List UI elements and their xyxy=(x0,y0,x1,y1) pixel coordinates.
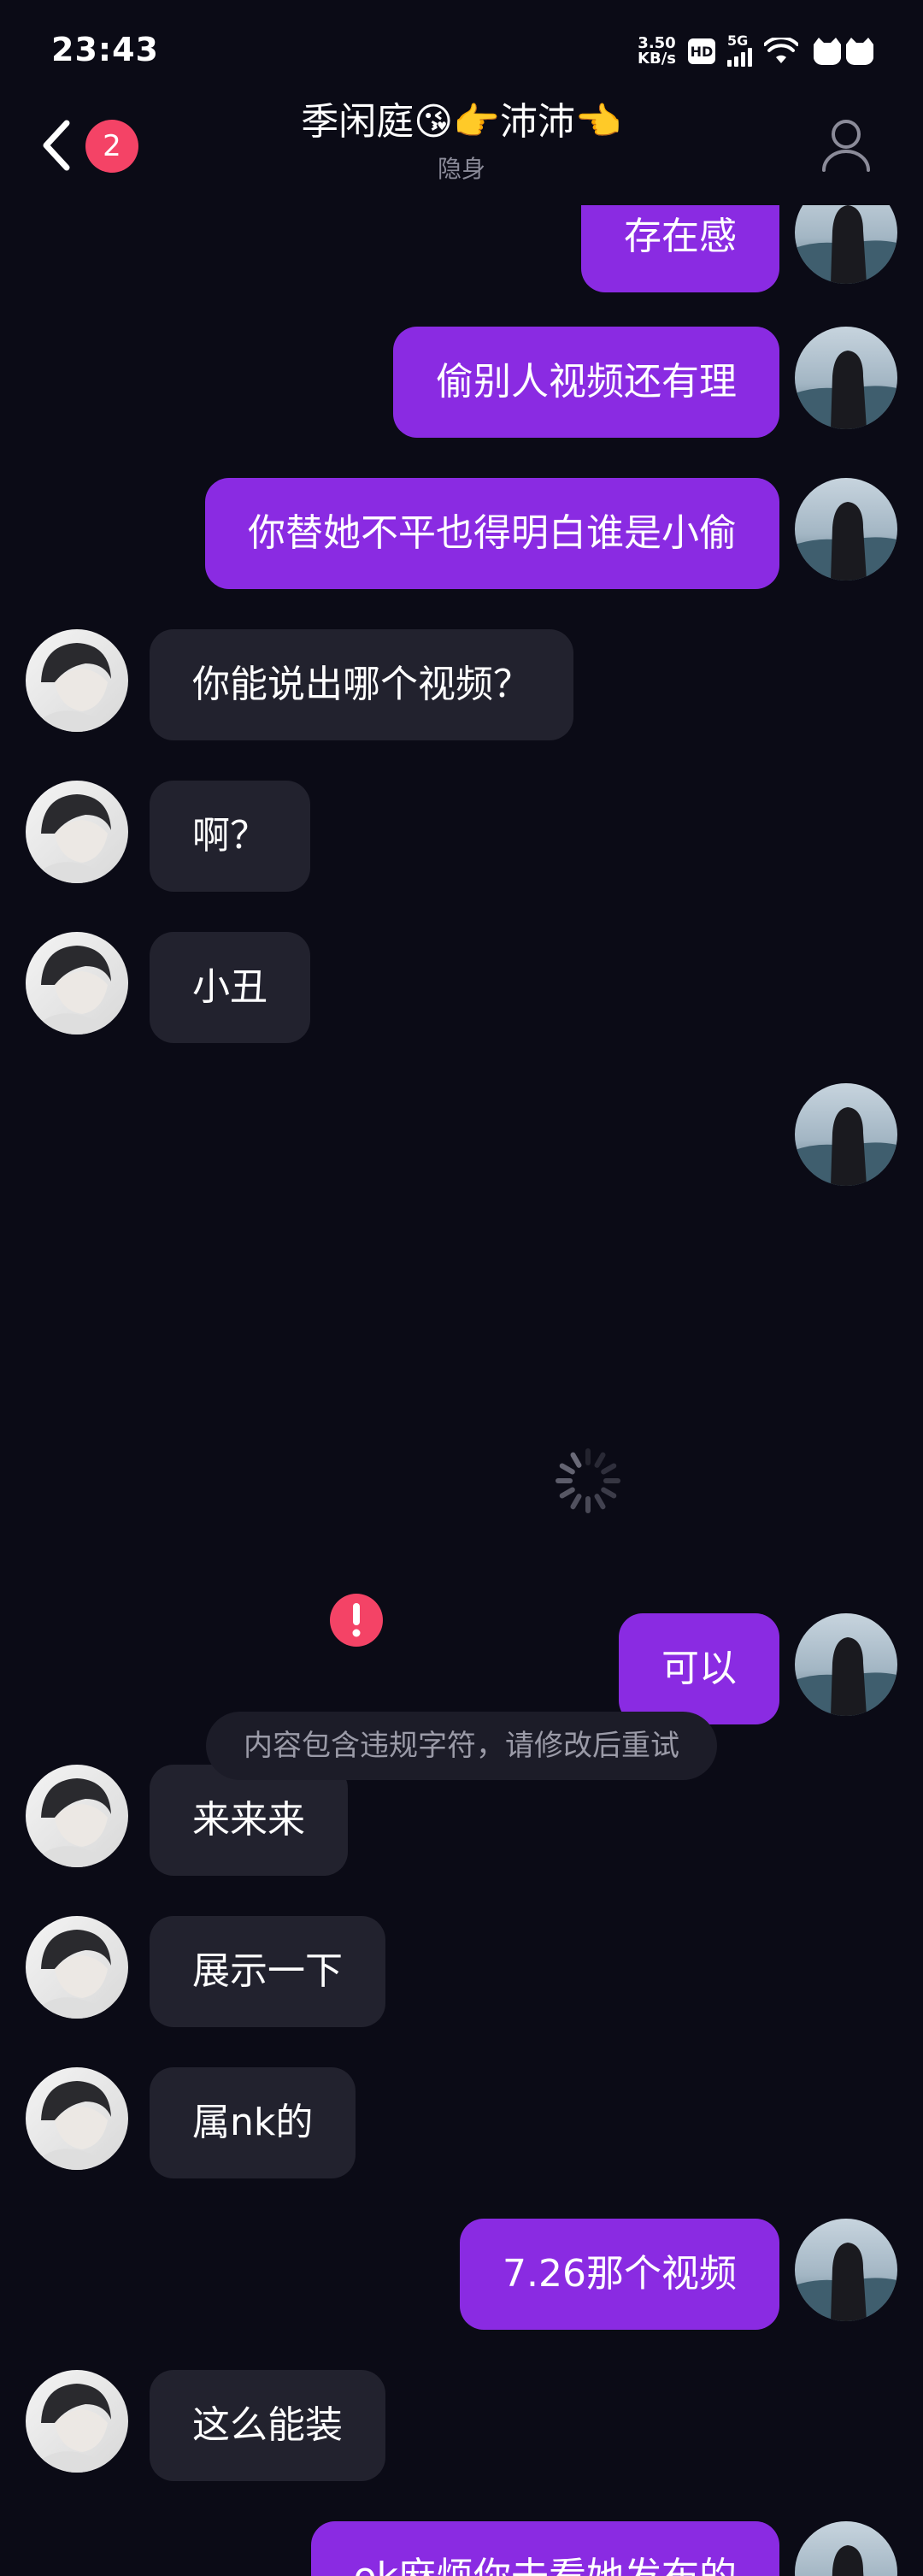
status-bar: 23:43 3.50 KB/s HD 5G xyxy=(0,0,923,94)
message-bubble[interactable]: 属nk的 xyxy=(150,2067,356,2178)
message-row-received: 啊？ xyxy=(0,781,923,892)
chat-screen: 23:43 3.50 KB/s HD 5G 2 季闲庭😘👉沛沛👈 隐身 存在感 … xyxy=(0,0,923,2576)
signal-icon: 5G xyxy=(727,32,752,67)
contact-avatar[interactable] xyxy=(26,781,128,883)
message-bubble[interactable]: 存在感 xyxy=(581,205,779,292)
spinner-spoke xyxy=(570,1452,582,1468)
message-row-sent: 你替她不平也得明白谁是小偷 xyxy=(0,478,923,589)
network-type: 5G xyxy=(727,32,749,49)
spinner-spoke xyxy=(603,1478,620,1483)
self-avatar[interactable] xyxy=(795,327,897,429)
spinner-spoke xyxy=(585,1448,591,1465)
message-row-received: 你能说出哪个视频？ xyxy=(0,629,923,740)
message-row-received: 这么能装 xyxy=(0,2370,923,2481)
message-bubble[interactable]: 小丑 xyxy=(150,932,310,1043)
self-avatar[interactable] xyxy=(795,2219,897,2321)
contact-avatar[interactable] xyxy=(26,1765,128,1867)
self-avatar[interactable] xyxy=(795,1083,897,1186)
message-row-received: 属nk的 xyxy=(0,2067,923,2178)
spinner-spoke xyxy=(594,1494,606,1510)
profile-button[interactable] xyxy=(812,111,880,180)
spinner-spoke xyxy=(594,1452,606,1468)
spinner-spoke xyxy=(559,1487,575,1499)
message-bubble[interactable]: 你能说出哪个视频？ xyxy=(150,629,573,740)
message-bubble[interactable]: 这么能装 xyxy=(150,2370,385,2481)
message-bubble[interactable]: 可以 xyxy=(619,1613,779,1724)
spinner-spoke xyxy=(556,1478,573,1483)
message-row-sent: 偷别人视频还有理 xyxy=(0,327,923,438)
message-row-received: 小丑 xyxy=(0,932,923,1043)
wifi-icon xyxy=(764,38,798,63)
contact-status: 隐身 xyxy=(437,155,485,183)
contact-avatar[interactable] xyxy=(26,2067,128,2170)
contact-avatar[interactable] xyxy=(26,2370,128,2473)
spinner-spoke xyxy=(601,1463,617,1475)
network-speed: 3.50 KB/s xyxy=(638,36,676,67)
self-avatar[interactable] xyxy=(795,478,897,581)
system-notice: 内容包含违规字符，请修改后重试 xyxy=(206,1712,717,1780)
status-time: 23:43 xyxy=(51,31,159,68)
message-bubble[interactable]: 啊？ xyxy=(150,781,310,892)
profile-icon xyxy=(822,120,870,172)
status-icons: 3.50 KB/s HD 5G xyxy=(638,32,879,70)
cat-icon xyxy=(814,38,873,66)
message-bubble[interactable]: 来来来 xyxy=(150,1765,348,1876)
message-bubble[interactable]: 偷别人视频还有理 xyxy=(393,327,779,438)
message-bubble[interactable]: 你替她不平也得明白谁是小偷 xyxy=(205,478,779,589)
error-icon[interactable] xyxy=(330,1594,383,1647)
contact-avatar[interactable] xyxy=(26,1916,128,2019)
message-bubble[interactable]: ok麻烦你去看她发布的 xyxy=(310,2521,779,2576)
message-row-sent: 可以 xyxy=(0,1613,923,1724)
spinner-spoke xyxy=(585,1496,591,1513)
contact-avatar[interactable] xyxy=(26,629,128,732)
message-bubble[interactable]: 展示一下 xyxy=(150,1916,385,2027)
self-avatar[interactable] xyxy=(795,205,897,284)
chat-header: 2 季闲庭😘👉沛沛👈 隐身 xyxy=(0,94,923,205)
loading-spinner-icon xyxy=(556,1448,620,1513)
message-row-received: 来来来 xyxy=(0,1765,923,1876)
message-row-sent: 7.26那个视频 xyxy=(0,2219,923,2330)
spinner-spoke xyxy=(570,1494,582,1510)
message-bubble[interactable]: 7.26那个视频 xyxy=(460,2219,779,2330)
contact-avatar[interactable] xyxy=(26,932,128,1035)
message-list[interactable]: 存在感偷别人视频还有理你替她不平也得明白谁是小偷你能说出哪个视频？ 啊？ 小丑可以来… xyxy=(0,205,923,2576)
contact-name: 季闲庭😘👉沛沛👈 xyxy=(301,100,622,144)
self-avatar[interactable] xyxy=(795,1613,897,1716)
message-row-sent: ok麻烦你去看她发布的 xyxy=(0,2521,923,2576)
message-row-sent: 存在感 xyxy=(0,205,923,292)
spinner-spoke xyxy=(601,1487,617,1499)
message-row-received: 展示一下 xyxy=(0,1916,923,2027)
network-speed-unit: KB/s xyxy=(638,50,676,68)
hd-icon: HD xyxy=(688,38,715,64)
self-avatar[interactable] xyxy=(795,2521,897,2576)
spinner-spoke xyxy=(559,1463,575,1475)
